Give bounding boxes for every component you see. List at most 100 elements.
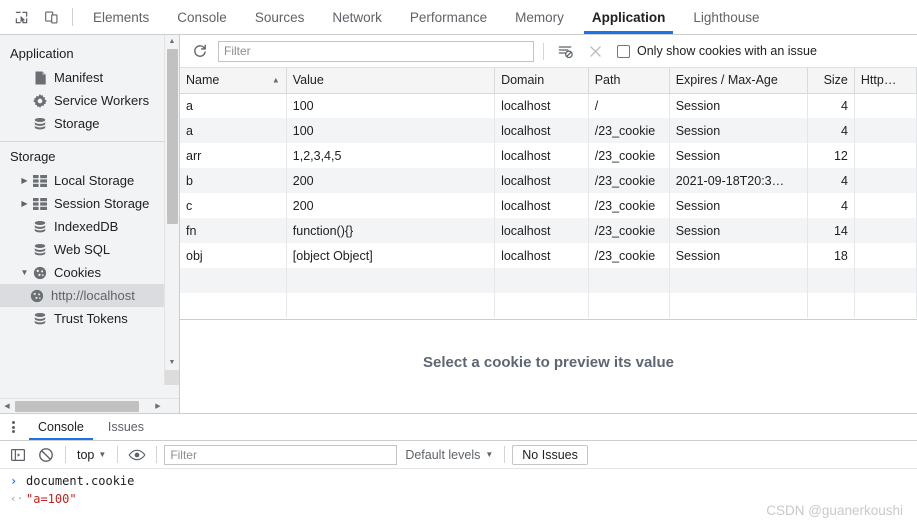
tab-network[interactable]: Network bbox=[318, 0, 396, 34]
tab-elements[interactable]: Elements bbox=[79, 0, 163, 34]
sidebar-item-trust-tokens[interactable]: ▶ Trust Tokens bbox=[0, 307, 179, 330]
console-toolbar: top ▼ Default levels ▼ No Issues bbox=[0, 441, 917, 469]
column-header-size[interactable]: Size bbox=[807, 68, 855, 94]
refresh-icon[interactable] bbox=[188, 39, 212, 63]
column-header-name-label: Name bbox=[186, 73, 220, 88]
scroll-down-icon[interactable]: ▼ bbox=[165, 356, 179, 369]
table-row[interactable]: b 200 localhost /23_cookie 2021-09-18T20… bbox=[180, 168, 917, 193]
device-toolbar-icon[interactable] bbox=[40, 6, 62, 28]
tab-lighthouse[interactable]: Lighthouse bbox=[679, 0, 773, 34]
tab-console[interactable]: Console bbox=[163, 0, 241, 34]
table-row-empty bbox=[180, 293, 917, 318]
table-row[interactable]: arr 1,2,3,4,5 localhost /23_cookie Sessi… bbox=[180, 143, 917, 168]
cell-size: 4 bbox=[807, 168, 855, 193]
scroll-up-icon[interactable]: ▲ bbox=[165, 35, 179, 48]
tab-memory[interactable]: Memory bbox=[501, 0, 578, 34]
clear-filtered-cookies-icon[interactable] bbox=[553, 39, 577, 63]
cookies-table-container[interactable]: Name ▲ Value Domain Path Expires / Max-A… bbox=[180, 68, 917, 320]
chevron-right-icon[interactable]: ▶ bbox=[18, 176, 31, 185]
only-issues-checkbox[interactable] bbox=[617, 44, 630, 58]
cell-httponly bbox=[854, 143, 917, 168]
drawer-tabbar: Console Issues bbox=[0, 414, 917, 441]
table-row[interactable]: a 100 localhost / Session 4 bbox=[180, 93, 917, 118]
toolbar-divider bbox=[543, 42, 544, 60]
sidebar-hscroll-thumb[interactable] bbox=[15, 401, 139, 412]
sidebar-vertical-scrollbar[interactable]: ▲ ▼ bbox=[164, 35, 179, 385]
cell-empty bbox=[807, 293, 855, 318]
console-levels-selector[interactable]: Default levels ▼ bbox=[401, 448, 497, 462]
sidebar-item-localhost-cookies[interactable]: http://localhost bbox=[0, 284, 179, 307]
database-icon bbox=[31, 312, 49, 326]
document-icon bbox=[31, 71, 49, 85]
chevron-down-icon: ▼ bbox=[98, 450, 107, 459]
column-header-domain[interactable]: Domain bbox=[494, 68, 589, 94]
tab-performance[interactable]: Performance bbox=[396, 0, 501, 34]
inspect-element-icon[interactable] bbox=[10, 6, 32, 28]
sidebar-vscroll-thumb[interactable] bbox=[167, 49, 178, 224]
table-row[interactable]: c 200 localhost /23_cookie Session 4 bbox=[180, 193, 917, 218]
tab-application[interactable]: Application bbox=[578, 0, 680, 34]
live-expression-icon[interactable] bbox=[125, 443, 149, 467]
column-header-httponly[interactable]: Http… bbox=[854, 68, 917, 94]
more-options-icon[interactable] bbox=[0, 414, 26, 440]
tab-sources[interactable]: Sources bbox=[241, 0, 319, 34]
cell-empty bbox=[494, 293, 589, 318]
console-output[interactable]: › document.cookie ‹· "a=100" bbox=[0, 469, 917, 508]
cookie-icon bbox=[31, 266, 49, 280]
cell-domain: localhost bbox=[494, 118, 589, 143]
devtools-drawer: Console Issues top ▼ Filter Default leve… bbox=[0, 413, 917, 526]
chevron-right-icon[interactable]: ▶ bbox=[18, 199, 31, 208]
table-row[interactable]: obj [object Object] localhost /23_cookie… bbox=[180, 243, 917, 268]
cell-domain: localhost bbox=[494, 93, 589, 118]
clear-all-cookies-icon[interactable] bbox=[583, 39, 607, 63]
sidebar-item-label: Storage bbox=[54, 116, 100, 131]
sidebar-item-indexeddb[interactable]: ▶ IndexedDB bbox=[0, 215, 179, 238]
cell-domain: localhost bbox=[494, 218, 589, 243]
sidebar-item-label: IndexedDB bbox=[54, 219, 119, 234]
cell-empty bbox=[180, 268, 287, 293]
drawer-tab-issues[interactable]: Issues bbox=[96, 414, 156, 440]
table-row[interactable]: fn function(){} localhost /23_cookie Ses… bbox=[180, 218, 917, 243]
chevron-down-icon[interactable]: ▼ bbox=[18, 268, 31, 277]
console-context-selector[interactable]: top ▼ bbox=[73, 448, 110, 462]
column-header-value[interactable]: Value bbox=[286, 68, 496, 94]
sidebar-item-storage[interactable]: ▶ Storage bbox=[0, 112, 179, 135]
cell-value: function(){} bbox=[286, 218, 496, 243]
sidebar-item-local-storage[interactable]: ▶ Local Storage bbox=[0, 169, 179, 192]
cell-empty bbox=[286, 268, 496, 293]
scroll-left-icon[interactable]: ◀ bbox=[0, 399, 14, 413]
devtools-tool-icons bbox=[0, 0, 68, 34]
sidebar-item-label: Trust Tokens bbox=[54, 311, 128, 326]
column-header-expires[interactable]: Expires / Max-Age bbox=[669, 68, 808, 94]
cell-domain: localhost bbox=[494, 168, 589, 193]
drawer-tab-console[interactable]: Console bbox=[26, 414, 96, 440]
console-prompt-icon: › bbox=[10, 474, 18, 488]
column-header-path[interactable]: Path bbox=[588, 68, 670, 94]
clear-console-icon[interactable] bbox=[34, 443, 58, 467]
console-filter-input[interactable] bbox=[164, 444, 398, 465]
console-sidebar-icon[interactable] bbox=[6, 443, 30, 467]
sidebar-horizontal-scrollbar[interactable]: ◀ ▶ bbox=[0, 398, 179, 413]
database-icon bbox=[31, 220, 49, 234]
sidebar-item-service-workers[interactable]: ▶ Service Workers bbox=[0, 89, 179, 112]
cookies-filter-input[interactable] bbox=[218, 40, 534, 62]
sidebar-item-session-storage[interactable]: ▶ Session Storage bbox=[0, 192, 179, 215]
sidebar-item-cookies[interactable]: ▼ Cookies bbox=[0, 261, 179, 284]
cell-httponly bbox=[854, 168, 917, 193]
cookie-preview-pane: Select a cookie to preview its value bbox=[180, 320, 917, 413]
cell-size: 12 bbox=[807, 143, 855, 168]
devtools-panel-tabs: Elements Console Sources Network Perform… bbox=[79, 0, 773, 34]
cell-httponly bbox=[854, 218, 917, 243]
column-header-name[interactable]: Name ▲ bbox=[180, 68, 287, 94]
sidebar-item-web-sql[interactable]: ▶ Web SQL bbox=[0, 238, 179, 261]
main-area: Application ▶ Manifest ▶ Service Workers… bbox=[0, 35, 917, 413]
cell-expires: Session bbox=[669, 118, 808, 143]
no-issues-button[interactable]: No Issues bbox=[512, 444, 588, 465]
cell-path: /23_cookie bbox=[588, 193, 670, 218]
cell-value: 1,2,3,4,5 bbox=[286, 143, 496, 168]
table-row[interactable]: a 100 localhost /23_cookie Session 4 bbox=[180, 118, 917, 143]
sort-ascending-icon: ▲ bbox=[271, 75, 280, 85]
only-issues-checkbox-group[interactable]: Only show cookies with an issue bbox=[617, 44, 817, 58]
scroll-right-icon[interactable]: ▶ bbox=[151, 399, 165, 413]
sidebar-item-manifest[interactable]: ▶ Manifest bbox=[0, 66, 179, 89]
